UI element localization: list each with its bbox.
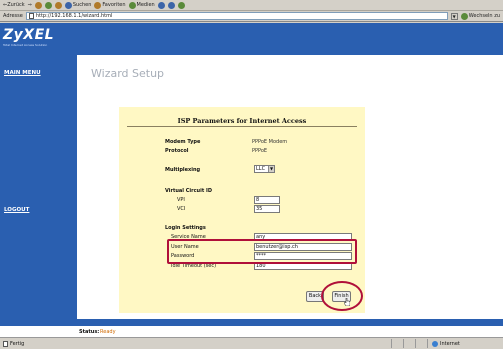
browser-status-text: Fertig: [10, 340, 25, 347]
media-icon: [128, 1, 136, 9]
multiplexing-select[interactable]: LLC ▼: [254, 165, 275, 173]
stop-icon: [34, 1, 42, 9]
web-page: ZyXEL Total Internet Access Solution MAI…: [0, 23, 503, 337]
page-title: Wizard Setup: [91, 67, 165, 80]
back-button[interactable]: ⇐Zurück: [3, 2, 25, 8]
panel-title: ISP Parameters for Internet Access: [177, 117, 307, 125]
history-icon: [157, 1, 165, 9]
browser-status-bar: Fertig Internet: [0, 337, 503, 349]
main-content: Wizard Setup ISP Parameters for Internet…: [77, 55, 503, 319]
status-segment: [415, 339, 427, 348]
globe-icon: [432, 340, 438, 347]
address-label: Adresse: [3, 13, 23, 19]
vpi-label: VPI: [177, 197, 185, 203]
go-button[interactable]: Wechseln zu: [460, 12, 500, 20]
logout-link[interactable]: LOGOUT: [4, 207, 29, 213]
vpi-input[interactable]: 8: [254, 196, 280, 204]
favorites-button[interactable]: Favoriten: [94, 1, 126, 9]
vci-label: VCI: [177, 206, 186, 212]
status-area: Status: Ready: [0, 326, 503, 337]
print-icon: [177, 1, 185, 9]
address-input[interactable]: http://192.168.1.1/wizard.html: [25, 12, 448, 20]
brand-tagline: Total Internet Access Solution: [3, 43, 48, 47]
refresh-icon: [44, 1, 52, 9]
zyxel-logo: ZyXEL: [3, 27, 55, 43]
modem-type-label: Modem Type: [165, 139, 201, 145]
address-url: http://192.168.1.1/wizard.html: [35, 13, 113, 19]
search-icon: [64, 1, 72, 9]
login-heading: Login Settings: [165, 225, 206, 231]
chevron-down-icon: ▼: [268, 166, 274, 172]
search-button[interactable]: Suchen: [64, 1, 91, 9]
status-segment: [403, 339, 415, 348]
zone-label: Internet: [440, 340, 460, 347]
multiplexing-label: Multiplexing: [165, 167, 201, 173]
isp-parameters-panel: ISP Parameters for Internet Access Modem…: [119, 107, 365, 313]
vci-input[interactable]: 35: [254, 205, 280, 213]
hand-cursor-icon: [344, 298, 350, 306]
page-icon: [28, 13, 34, 19]
footer-bar: [0, 319, 503, 326]
multiplexing-value: LLC: [256, 166, 266, 172]
forward-button[interactable]: ⇒: [28, 2, 32, 8]
vc-heading: Virtual Circuit ID: [165, 188, 212, 194]
home-icon: [54, 1, 62, 9]
modem-type-value: PPPoE Modem: [252, 139, 288, 145]
history-button[interactable]: [157, 1, 165, 9]
credentials-highlight: [167, 239, 357, 264]
header-strip: [77, 23, 503, 55]
logo-area: ZyXEL Total Internet Access Solution: [0, 23, 77, 55]
refresh-button[interactable]: [44, 1, 52, 9]
security-zone: Internet: [427, 339, 503, 348]
panel-divider: [127, 126, 357, 127]
go-arrow-icon: [460, 12, 468, 20]
browser-toolbar: ⇐Zurück ⇒ Suchen Favoriten Medien: [0, 0, 503, 11]
status-segment: [391, 339, 403, 348]
media-button[interactable]: Medien: [128, 1, 155, 9]
main-menu-link[interactable]: MAIN MENU: [4, 70, 41, 76]
status-label: Status:: [79, 329, 100, 335]
protocol-label: Protocol: [165, 148, 189, 154]
address-dropdown-icon[interactable]: ▼: [450, 12, 458, 20]
status-value: Ready: [100, 329, 116, 335]
page-icon: [3, 340, 8, 347]
protocol-value: PPPoE: [252, 148, 268, 154]
mail-button[interactable]: [167, 1, 175, 9]
mail-icon: [167, 1, 175, 9]
star-icon: [94, 1, 102, 9]
print-button[interactable]: [177, 1, 185, 9]
home-button[interactable]: [54, 1, 62, 9]
stop-button[interactable]: [34, 1, 42, 9]
address-bar: Adresse http://192.168.1.1/wizard.html ▼…: [0, 11, 503, 22]
finish-highlight: [321, 281, 363, 311]
